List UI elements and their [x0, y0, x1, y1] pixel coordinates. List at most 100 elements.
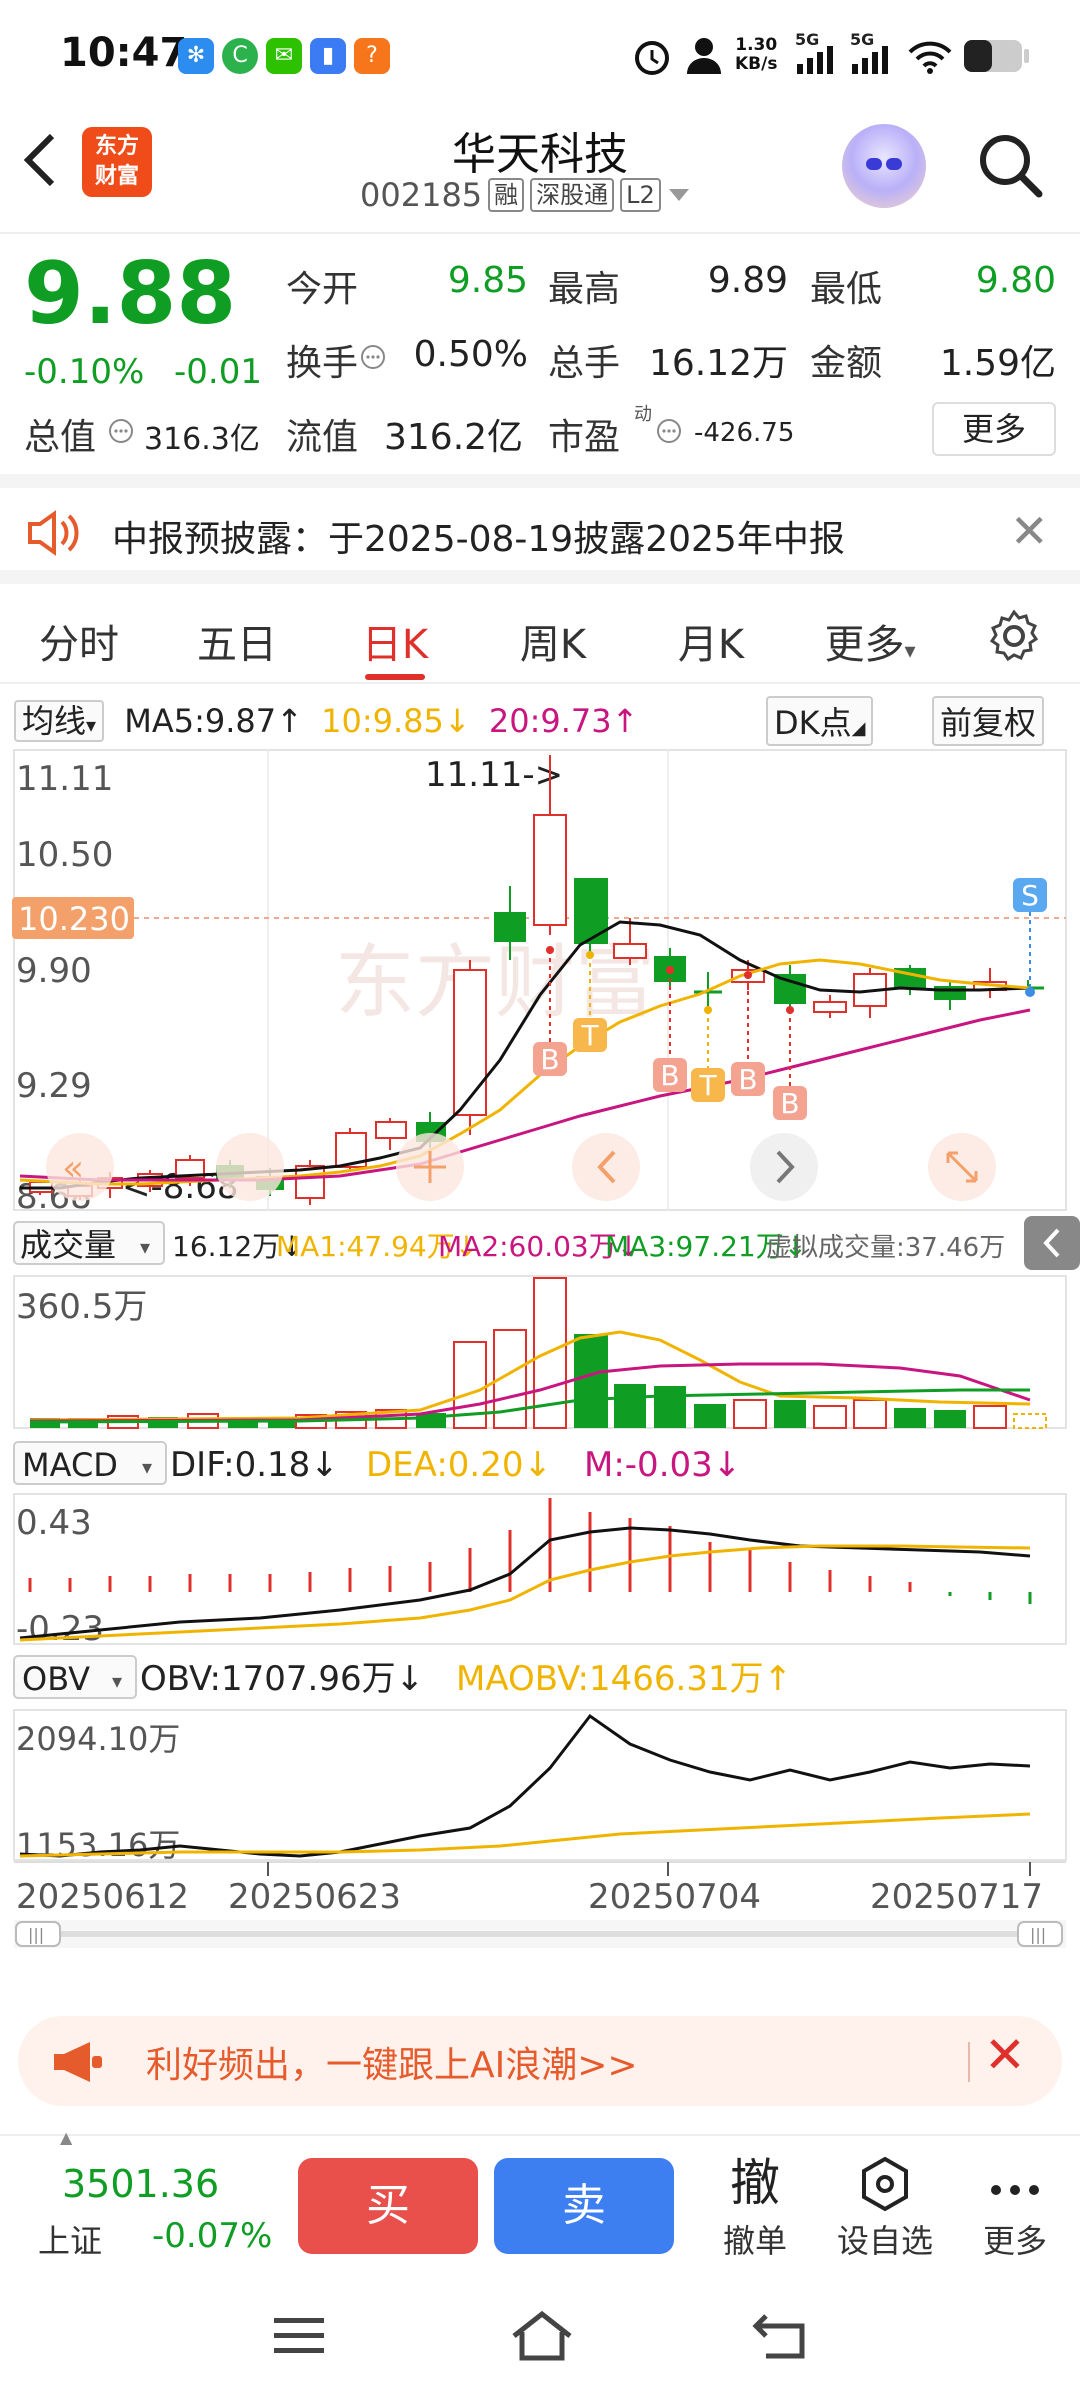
- obv-y-min: 1153.16万: [16, 1826, 180, 1864]
- index-name: 上证: [38, 2222, 103, 2260]
- promo-banner[interactable]: 利好频出，一键跟上AI浪潮>> ✕: [18, 2016, 1062, 2106]
- app-c-icon: C: [222, 38, 258, 74]
- ma5-value: MA5:9.87↑: [124, 702, 303, 740]
- macd-y-max: 0.43: [16, 1503, 92, 1543]
- macd-y-min: -0.23: [16, 1609, 104, 1649]
- close-icon[interactable]: ✕: [1010, 504, 1049, 558]
- svg-text:«: «: [62, 1148, 84, 1189]
- home-icon[interactable]: [510, 2310, 574, 2362]
- open-value: 9.85: [447, 260, 528, 301]
- back-button[interactable]: [20, 130, 70, 205]
- cancel-icon: 撤: [730, 2154, 780, 2212]
- marker-t-2: T: [698, 1069, 717, 1102]
- stock-chart[interactable]: 东方财富 11.11 10.50 9.90 9.29 8.68 11.11-> …: [0, 740, 1080, 1960]
- eastmoney-logo[interactable]: 东方 财富: [82, 127, 152, 197]
- watermark: 东方财富: [335, 936, 655, 1029]
- triangle-down-icon: [668, 189, 689, 201]
- speaker-icon: [28, 510, 79, 556]
- pe-label: 市盈: [548, 417, 621, 458]
- total-value: 316.3亿: [144, 422, 260, 457]
- stock-name: 华天科技: [452, 129, 628, 180]
- vol-virtual: 虚拟成交量:37.46万: [766, 1233, 1005, 1263]
- high-label: 最高: [548, 269, 621, 310]
- ma10-value: 10:9.85↓: [321, 702, 471, 740]
- index-value[interactable]: 3501.36: [62, 2162, 219, 2206]
- notice-text: 中报预披露：于2025-08-19披露2025年中报: [112, 519, 845, 560]
- ma20-value: 20:9.73↑: [488, 702, 639, 740]
- svg-text:▾: ▾: [112, 1669, 122, 1693]
- info-icon[interactable]: [360, 344, 386, 370]
- gear-icon[interactable]: [986, 608, 1042, 664]
- return-icon[interactable]: [752, 2310, 810, 2362]
- app-orange-icon: ?: [354, 38, 390, 74]
- info-icon[interactable]: [108, 418, 134, 444]
- active-tab-indicator: [365, 674, 425, 680]
- prev-button[interactable]: [572, 1133, 640, 1201]
- float-label: 流值: [286, 417, 359, 458]
- macd-m: M:-0.03↓: [584, 1445, 741, 1485]
- signal-2-icon: [852, 46, 888, 74]
- chevron-left-icon: [23, 133, 55, 187]
- amount-label: 金额: [810, 343, 883, 384]
- more-menu-button[interactable]: 更多: [960, 2150, 1070, 2262]
- volume-selector-label: 成交量: [20, 1226, 116, 1264]
- range-slider[interactable]: ||| |||: [14, 1920, 1066, 1948]
- collapse-panel-button[interactable]: [1024, 1216, 1080, 1270]
- tab-monthly-k[interactable]: 月K: [636, 612, 786, 670]
- pe-value: -426.75: [694, 418, 795, 448]
- stock-code: 002185: [360, 176, 483, 214]
- volume-value: 16.12万: [648, 343, 788, 384]
- menu-icon[interactable]: [272, 2314, 326, 2358]
- search-icon[interactable]: [975, 130, 1045, 200]
- tag-l2: L2: [620, 178, 661, 212]
- stock-code-row[interactable]: 002185 融 深股通 L2: [360, 176, 691, 214]
- files-icon: ▮: [310, 38, 346, 74]
- hexagon-icon: [830, 2150, 940, 2216]
- total-value-label: 总值: [24, 417, 97, 458]
- ai-robot-avatar[interactable]: [842, 124, 926, 208]
- add-watchlist-button[interactable]: 设自选: [830, 2150, 940, 2262]
- tab-daily-k[interactable]: 日K: [320, 612, 470, 670]
- change-abs: -0.01: [174, 352, 262, 392]
- tab-more[interactable]: 更多▾: [800, 612, 940, 670]
- macd-dif: DIF:0.18↓: [170, 1445, 339, 1485]
- status-time: 10:47: [60, 30, 188, 76]
- info-icon[interactable]: [656, 418, 682, 444]
- open-label: 今开: [286, 269, 359, 310]
- sell-button[interactable]: 卖: [494, 2158, 674, 2254]
- adjust-button[interactable]: 前复权: [932, 696, 1045, 746]
- ma20-line: [19, 1008, 1031, 1182]
- svg-text:▾: ▾: [140, 1235, 150, 1259]
- ma-selector[interactable]: 均线▾: [14, 700, 105, 742]
- notice-bar[interactable]: 中报预披露：于2025-08-19披露2025年中报 ✕: [0, 474, 1080, 584]
- marker-b-2: B: [660, 1059, 679, 1092]
- net-speed: 1.30 KB/s: [735, 35, 778, 74]
- date-label-2: 20250623: [228, 1877, 401, 1917]
- obv-selector-label: OBV: [22, 1660, 90, 1698]
- date-label-1: 20250612: [16, 1877, 189, 1917]
- signal-1-icon: [797, 46, 833, 74]
- cancel-order-button[interactable]: 撤 撤单: [700, 2150, 810, 2262]
- dk-point-button[interactable]: DK点◢: [766, 696, 874, 746]
- tab-intraday[interactable]: 分时: [4, 612, 154, 670]
- float-value: 316.2亿: [384, 417, 524, 458]
- tab-weekly-k[interactable]: 周K: [478, 612, 628, 670]
- obv-y-max: 2094.10万: [16, 1720, 180, 1758]
- period-tabs: 分时 五日 日K 周K 月K 更多▾: [0, 588, 1080, 684]
- next-button[interactable]: [750, 1133, 818, 1201]
- more-button[interactable]: 更多: [932, 402, 1056, 456]
- buy-button[interactable]: 买: [298, 2158, 478, 2254]
- crosshair-price: 10.230: [18, 900, 130, 938]
- zoom-out-button[interactable]: [216, 1133, 284, 1201]
- tab-five-day[interactable]: 五日: [162, 612, 312, 670]
- date-label-4: 20250717: [870, 1877, 1043, 1917]
- alarm-icon: [635, 41, 669, 75]
- tag-connect: 深股通: [530, 178, 615, 212]
- promo-close-icon[interactable]: ✕: [984, 2026, 1026, 2084]
- svg-text:|||: |||: [1030, 1925, 1046, 1944]
- status-bar: 10:47 ✻ C ✉ ▮ ? 1.30 KB/s 5G 5G: [0, 0, 1080, 110]
- maobv-value: MAOBV:1466.31万↑: [456, 1659, 792, 1699]
- kline-y-label-1: 11.11: [16, 759, 113, 799]
- tplink-icon: ✻: [178, 38, 214, 74]
- bottom-toolbar: ▲ 3501.36 上证 -0.07% 买 卖 撤 撤单 设自选 更多: [0, 2128, 1080, 2270]
